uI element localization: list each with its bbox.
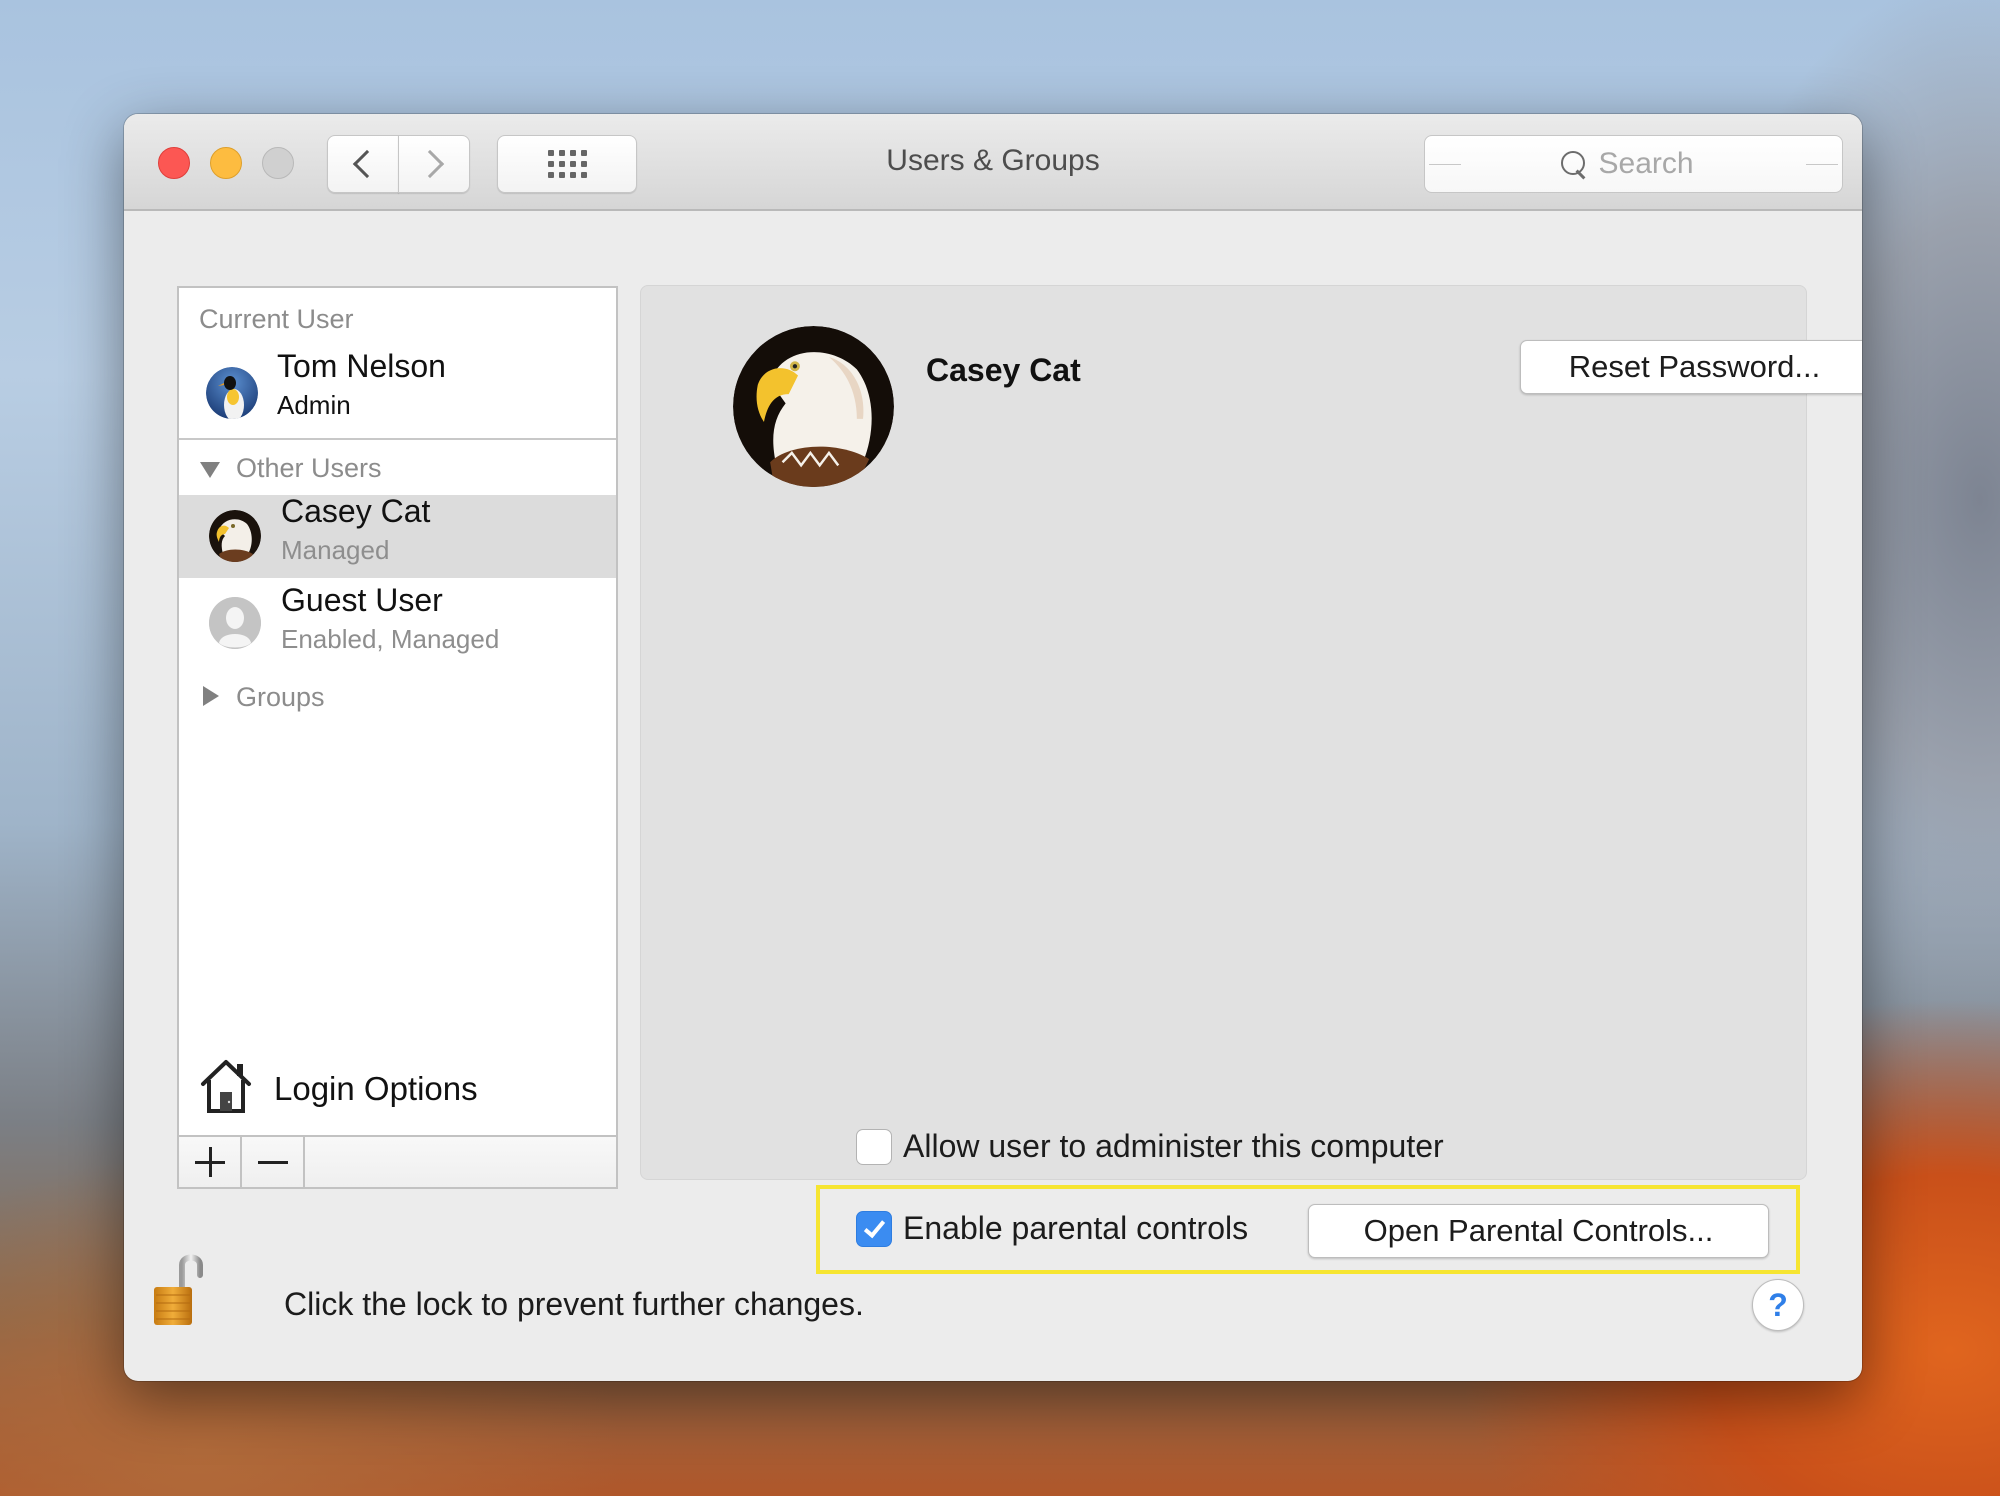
search-input[interactable] (1598, 147, 1709, 181)
user-detail-panel: Casey Cat Reset Password... Allow user t… (640, 285, 1862, 1274)
groups-label: Groups (236, 682, 325, 712)
user-name: Tom Nelson (277, 348, 446, 384)
add-remove-bar (177, 1137, 618, 1189)
add-user-button[interactable] (179, 1137, 242, 1187)
checkmark-icon (863, 1215, 885, 1238)
disclosure-triangle-down-icon (200, 462, 220, 478)
allow-admin-label: Allow user to administer this computer (903, 1128, 1444, 1164)
user-picture[interactable] (733, 326, 894, 487)
user-row-casey-cat[interactable]: Casey Cat Managed (179, 493, 616, 578)
search-field[interactable] (1424, 135, 1843, 193)
allow-admin-checkbox[interactable] (856, 1128, 892, 1165)
remove-user-button[interactable] (242, 1137, 305, 1187)
plus-icon (194, 1147, 225, 1177)
user-role: Enabled, Managed (281, 624, 500, 654)
user-name: Casey Cat (281, 493, 431, 529)
other-users-label: Other Users (236, 453, 382, 483)
user-name: Guest User (281, 582, 443, 618)
question-mark-icon: ? (1768, 1286, 1788, 1323)
reset-password-button[interactable]: Reset Password... (1520, 340, 1862, 394)
parental-controls-row[interactable]: Enable parental controls (856, 1210, 1248, 1247)
open-parental-controls-button[interactable]: Open Parental Controls... (1308, 1204, 1769, 1258)
login-options-item[interactable]: Login Options (179, 1046, 616, 1136)
help-button[interactable]: ? (1752, 1279, 1804, 1331)
current-user-header: Current User (199, 304, 354, 334)
penguin-avatar (206, 367, 258, 419)
divider (179, 438, 616, 440)
parental-controls-checkbox[interactable] (856, 1210, 892, 1247)
selected-user-name: Casey Cat (926, 352, 1081, 388)
login-options-label: Login Options (274, 1070, 478, 1107)
allow-admin-row[interactable]: Allow user to administer this computer (856, 1128, 1444, 1165)
user-role: Admin (277, 390, 351, 420)
user-row-current[interactable]: Tom Nelson Admin (179, 348, 616, 438)
minus-icon (257, 1160, 288, 1164)
user-row-guest-user[interactable]: Guest User Enabled, Managed (179, 580, 616, 668)
search-icon (1559, 149, 1587, 179)
lock-open-icon[interactable] (148, 1249, 208, 1329)
user-role: Managed (281, 535, 390, 565)
disclosure-triangle-right-icon (203, 686, 219, 706)
parental-controls-label: Enable parental controls (903, 1210, 1249, 1246)
house-icon (199, 1058, 253, 1114)
lock-status-text: Click the lock to prevent further change… (284, 1286, 864, 1322)
users-sidebar: Current User Tom Nelson Admin Other User… (177, 286, 618, 1161)
eagle-avatar (209, 510, 261, 562)
titlebar: Users & Groups (124, 114, 1862, 211)
users-groups-window: Users & Groups Current User Tom Nelson A… (124, 114, 1862, 1381)
generic-user-avatar (209, 597, 261, 649)
